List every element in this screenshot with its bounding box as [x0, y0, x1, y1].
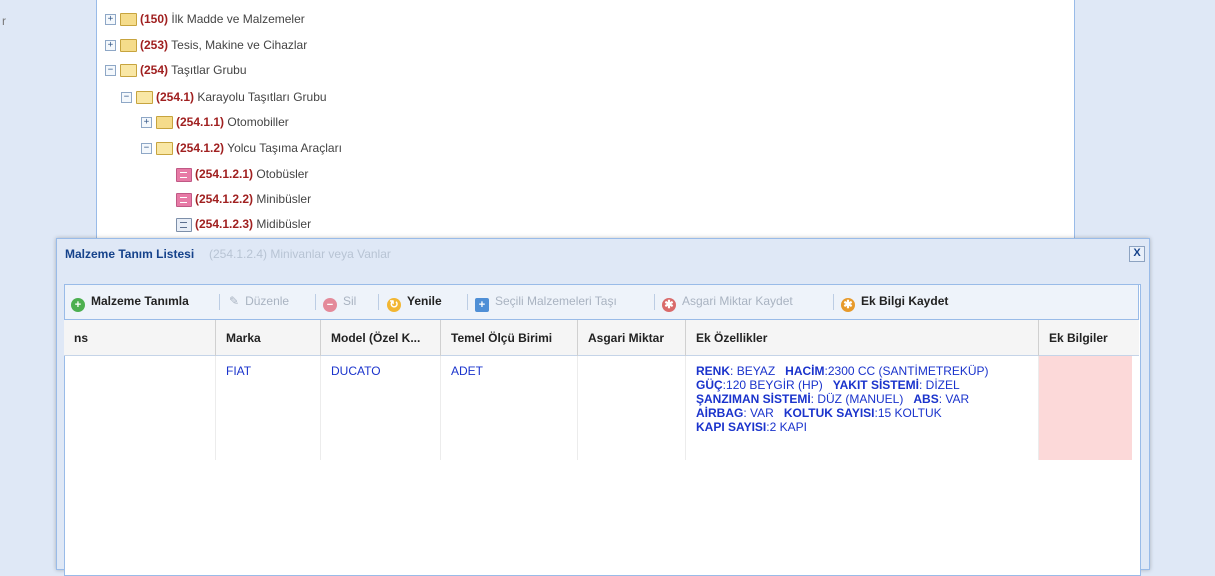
plus-circle-icon: + [71, 298, 85, 312]
pencil-icon: ✎ [229, 294, 240, 308]
folder-icon [120, 13, 137, 27]
close-button[interactable]: X [1129, 246, 1145, 262]
extra-features-cell: RENK: BEYAZ HACİM:2300 CC (SANTİMETREKÜP… [686, 356, 1039, 460]
expand-toggle-icon[interactable]: + [141, 117, 152, 129]
toolbar-separator [467, 294, 468, 310]
edit-button[interactable]: ✎ Düzenle [229, 294, 289, 308]
table-row[interactable]: FIAT DUCATO ADET RENK: BEYAZ HACİM:2300 … [64, 356, 1139, 460]
folder-icon [156, 116, 173, 130]
tree-node[interactable]: + (253) Tesis, Makine ve Cihazlar [105, 35, 307, 55]
tree-leaf[interactable]: (254.1.2.1) Otobüsler [176, 164, 308, 184]
material-definition-dialog: Malzeme Tanım Listesi (254.1.2.4) Miniva… [56, 238, 1150, 576]
feature-line: ŞANZIMAN SİSTEMİ: DÜZ (MANUEL) ABS: VAR [696, 392, 970, 406]
column-header[interactable]: Model (Özel K... [321, 320, 441, 356]
dialog-header[interactable]: Malzeme Tanım Listesi (254.1.2.4) Miniva… [57, 239, 1149, 269]
gutter-text: r [2, 14, 6, 28]
tree-node[interactable]: − (254.1.2) Yolcu Taşıma Araçları [141, 138, 342, 158]
min-quantity-cell [578, 356, 686, 460]
folder-icon [120, 39, 137, 53]
tree-node[interactable]: − (254.1) Karayolu Taşıtları Grubu [121, 87, 327, 107]
grid-header: ns Marka Model (Özel K... Temel Ölçü Bir… [64, 320, 1139, 356]
toolbar-separator [654, 294, 655, 310]
toolbar-separator [315, 294, 316, 310]
gear-icon: ✱ [841, 298, 855, 312]
column-header[interactable]: ns [64, 320, 216, 356]
move-selected-button[interactable]: + Seçili Malzemeleri Taşı [475, 294, 617, 312]
save-min-quantity-button[interactable]: ✱ Asgari Miktar Kaydet [662, 294, 793, 312]
unit-cell: ADET [441, 356, 578, 460]
toolbar-separator [833, 294, 834, 310]
collapse-toggle-icon[interactable]: − [121, 92, 132, 104]
column-header[interactable]: Temel Ölçü Birimi [441, 320, 578, 356]
delete-button[interactable]: − Sil [323, 294, 356, 312]
leaf-item-icon [176, 217, 192, 232]
extra-info-cell[interactable] [1039, 356, 1132, 460]
toolbar-separator [378, 294, 379, 310]
category-tree: + (150) İlk Madde ve Malzemeler + (253) Te… [96, 0, 1075, 250]
gear-icon: ✱ [662, 298, 676, 312]
expand-toggle-icon[interactable]: + [105, 40, 116, 52]
folder-open-icon [136, 91, 153, 105]
column-header[interactable]: Marka [216, 320, 321, 356]
refresh-button[interactable]: ↻ Yenile [387, 294, 442, 312]
leaf-item-icon [176, 192, 192, 207]
toolbar-separator [219, 294, 220, 310]
tree-node[interactable]: − (254) Taşıtlar Grubu [105, 60, 247, 80]
feature-line: AİRBAG: VAR KOLTUK SAYISI:15 KOLTUK [696, 406, 942, 420]
feature-line: RENK: BEYAZ HACİM:2300 CC (SANTİMETREKÜP… [696, 364, 989, 378]
leaf-item-icon [176, 167, 192, 182]
add-material-button[interactable]: + Malzeme Tanımla [71, 294, 189, 312]
column-header[interactable]: Ek Bilgiler [1039, 320, 1139, 356]
model-cell: DUCATO [321, 356, 441, 460]
folder-open-icon [156, 142, 173, 156]
feature-line: KAPI SAYISI:2 KAPI [696, 420, 807, 434]
folder-open-icon [120, 64, 137, 78]
column-header[interactable]: Asgari Miktar [578, 320, 686, 356]
dialog-title: Malzeme Tanım Listesi [65, 247, 195, 261]
move-icon: + [475, 298, 489, 312]
table-cell [64, 356, 216, 460]
refresh-icon: ↻ [387, 298, 401, 312]
tree-leaf[interactable]: (254.1.2.2) Minibüsler [176, 189, 311, 209]
tree-node-behind: (254.1.2.4) Minivanlar veya Vanlar [209, 247, 391, 261]
feature-line: GÜÇ:120 BEYGİR (HP) YAKIT SİSTEMİ: DİZEL [696, 378, 960, 392]
collapse-toggle-icon[interactable]: − [105, 65, 116, 77]
tree-node[interactable]: + (150) İlk Madde ve Malzemeler [105, 9, 305, 29]
toolbar: + Malzeme Tanımla ✎ Düzenle − Sil ↻ Yenile +… [64, 284, 1139, 320]
brand-cell: FIAT [216, 356, 321, 460]
tree-leaf[interactable]: (254.1.2.3) Midibüsler [176, 214, 311, 234]
column-header[interactable]: Ek Özellikler [686, 320, 1039, 356]
save-extra-info-button[interactable]: ✱ Ek Bilgi Kaydet [841, 294, 948, 312]
expand-toggle-icon[interactable]: + [105, 14, 116, 26]
tree-node[interactable]: + (254.1.1) Otomobiller [141, 112, 289, 132]
collapse-toggle-icon[interactable]: − [141, 143, 152, 155]
minus-circle-icon: − [323, 298, 337, 312]
